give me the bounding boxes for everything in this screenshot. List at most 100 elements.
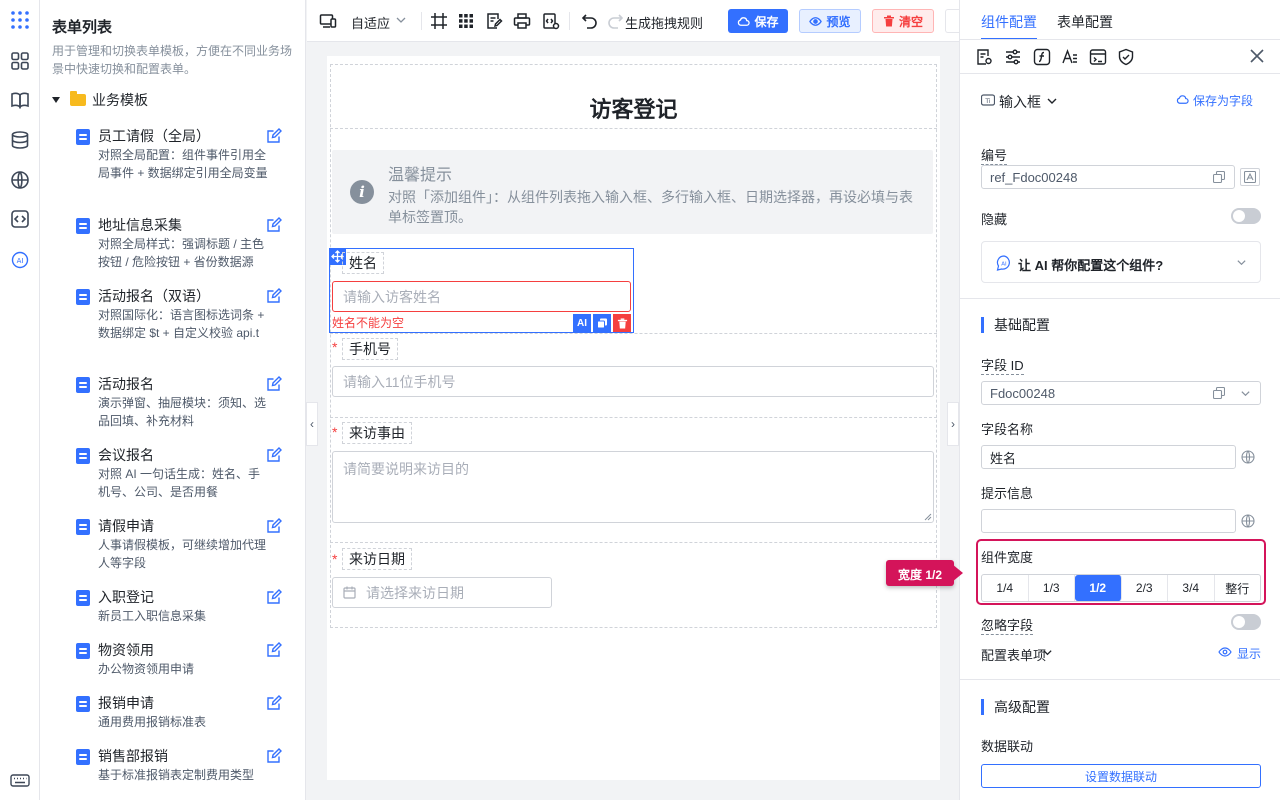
width-option-1-3[interactable]: 1/3 <box>1029 575 1075 601</box>
chevron-down-icon <box>1042 647 1053 658</box>
collapse-right-handle[interactable]: › <box>947 402 959 446</box>
device-icon[interactable] <box>319 12 337 30</box>
save-as-field-link[interactable]: 保存为字段 <box>1193 92 1253 109</box>
cloud-icon <box>1176 93 1189 106</box>
code-input[interactable]: ref_Fdoc00248 <box>981 165 1235 189</box>
svg-text:AI: AI <box>17 257 24 265</box>
settings-doc-icon[interactable] <box>975 48 993 66</box>
database-icon[interactable] <box>10 130 30 150</box>
divider <box>960 679 1280 680</box>
item-title: 入职登记 <box>98 589 154 605</box>
copy-icon[interactable] <box>1213 387 1225 399</box>
overflow-button[interactable] <box>945 9 959 33</box>
apps-icon[interactable] <box>10 51 30 71</box>
close-icon[interactable] <box>1250 49 1264 63</box>
width-option-full[interactable]: 整行 <box>1215 575 1261 601</box>
sliders-icon[interactable] <box>1004 48 1022 66</box>
keyboard-icon[interactable] <box>10 770 30 790</box>
document-icon <box>76 643 90 659</box>
collapse-left-handle[interactable]: ‹ <box>306 402 318 446</box>
generate-rules-button[interactable]: 生成拖拽规则 <box>625 13 703 32</box>
width-option-3-4[interactable]: 3/4 <box>1168 575 1215 601</box>
tab-component-config[interactable]: 组件配置 <box>981 12 1037 32</box>
reason-textarea[interactable]: 请简要说明来访目的 <box>332 451 934 523</box>
edit-icon[interactable] <box>266 128 282 144</box>
copy-icon[interactable] <box>593 314 611 332</box>
field-name-label: 字段名称 <box>981 422 1034 437</box>
ai-assist-collapse[interactable]: AI 让 AI 帮你配置这个组件? <box>981 241 1261 283</box>
ignore-field-label: 忽略字段 <box>981 615 1034 635</box>
sidebar-description: 用于管理和切换表单模板，方便在不同业务场景中快速切换和配置表单。 <box>52 44 293 76</box>
save-button[interactable]: 保存 <box>728 9 788 33</box>
globe-icon[interactable] <box>10 170 30 190</box>
chevron-down-icon <box>396 15 406 25</box>
phone-input[interactable]: 请输入11位手机号 <box>332 366 934 397</box>
globe-icon[interactable] <box>1241 514 1255 528</box>
item-desc: 对照全局样式：强调标题 / 主色按钮 / 危险按钮 + 省份数据源 <box>98 237 265 269</box>
toolbar-divider <box>421 12 422 30</box>
book-icon[interactable] <box>10 90 30 110</box>
delete-icon[interactable] <box>613 314 631 332</box>
advanced-config-section: 高级配置 <box>981 699 1050 715</box>
text-style-icon[interactable] <box>1061 48 1079 66</box>
grid-dots-icon[interactable] <box>10 10 30 30</box>
width-option-1-4[interactable]: 1/4 <box>982 575 1029 601</box>
name-input[interactable]: 请输入访客姓名 <box>332 281 631 312</box>
field-label-phone: 手机号 <box>342 338 398 360</box>
undo-icon[interactable] <box>581 12 599 30</box>
edit-icon[interactable] <box>266 217 282 233</box>
preview-button[interactable]: 预览 <box>799 9 861 33</box>
required-mark: * <box>332 551 338 567</box>
item-desc: 对照全局配置：组件事件引用全局事件 + 数据绑定引用全局变量 <box>98 148 268 180</box>
translate-icon[interactable] <box>1240 168 1260 186</box>
field-name-input[interactable]: 姓名 <box>981 445 1236 469</box>
set-linkage-button[interactable]: 设置数据联动 <box>981 764 1261 788</box>
show-toggle-link[interactable]: 显示 <box>1237 645 1261 662</box>
edit-icon[interactable] <box>266 642 282 658</box>
zoom-select[interactable]: 自适应 <box>351 13 390 32</box>
svg-text:AI: AI <box>1001 262 1007 268</box>
grid-icon[interactable] <box>457 12 475 30</box>
notice-block[interactable]: i 温馨提示 对照「添加组件」：从组件列表拖入输入框、多行输入框、日期选择器，再… <box>332 150 933 234</box>
redo-icon[interactable] <box>606 12 624 30</box>
code-icon[interactable] <box>10 209 30 229</box>
notice-title: 温馨提示 <box>388 167 453 184</box>
item-title: 报销申请 <box>98 695 154 711</box>
copy-icon[interactable] <box>1213 171 1225 183</box>
frame-icon[interactable] <box>430 12 448 30</box>
hidden-toggle[interactable] <box>1231 208 1261 224</box>
tab-form-config[interactable]: 表单配置 <box>1057 12 1113 32</box>
edit-icon[interactable] <box>266 376 282 392</box>
tree-group-label: 业务模板 <box>92 92 148 108</box>
json-icon[interactable] <box>542 12 560 30</box>
edit-icon[interactable] <box>266 447 282 463</box>
date-picker[interactable]: 请选择来访日期 <box>332 577 552 608</box>
caret-down-icon[interactable] <box>52 97 60 103</box>
item-desc: 基于标准报销表定制费用类型 <box>98 768 255 782</box>
field-label-reason: 来访事由 <box>342 422 412 444</box>
globe-icon[interactable] <box>1241 450 1255 464</box>
clear-button[interactable]: 清空 <box>872 9 934 33</box>
hint-input[interactable] <box>981 509 1236 533</box>
width-option-1-2[interactable]: 1/2 <box>1075 575 1122 601</box>
edit-icon[interactable] <box>266 589 282 605</box>
edit-icon[interactable] <box>266 748 282 764</box>
component-type-select[interactable]: 输入框 <box>999 92 1041 112</box>
form-items-label[interactable]: 配置表单项 <box>981 645 1046 664</box>
ai-badge-icon[interactable]: AI <box>573 314 591 332</box>
ai-icon[interactable]: AI <box>10 250 30 270</box>
width-segmented-control[interactable]: 1/4 1/3 1/2 2/3 3/4 整行 <box>981 574 1261 602</box>
edit-icon[interactable] <box>266 695 282 711</box>
ignore-field-toggle[interactable] <box>1231 614 1261 630</box>
edit-doc-icon[interactable] <box>485 12 503 30</box>
shield-icon[interactable] <box>1117 48 1135 66</box>
resize-handle-icon[interactable] <box>924 513 932 521</box>
print-icon[interactable] <box>513 12 531 30</box>
width-option-2-3[interactable]: 2/3 <box>1122 575 1168 601</box>
tree-group-business[interactable]: 业务模板 <box>52 90 148 110</box>
edit-icon[interactable] <box>266 518 282 534</box>
edit-icon[interactable] <box>266 288 282 304</box>
window-code-icon[interactable] <box>1089 48 1107 66</box>
width-label: 组件宽度 <box>981 550 1034 565</box>
function-icon[interactable] <box>1033 48 1051 66</box>
